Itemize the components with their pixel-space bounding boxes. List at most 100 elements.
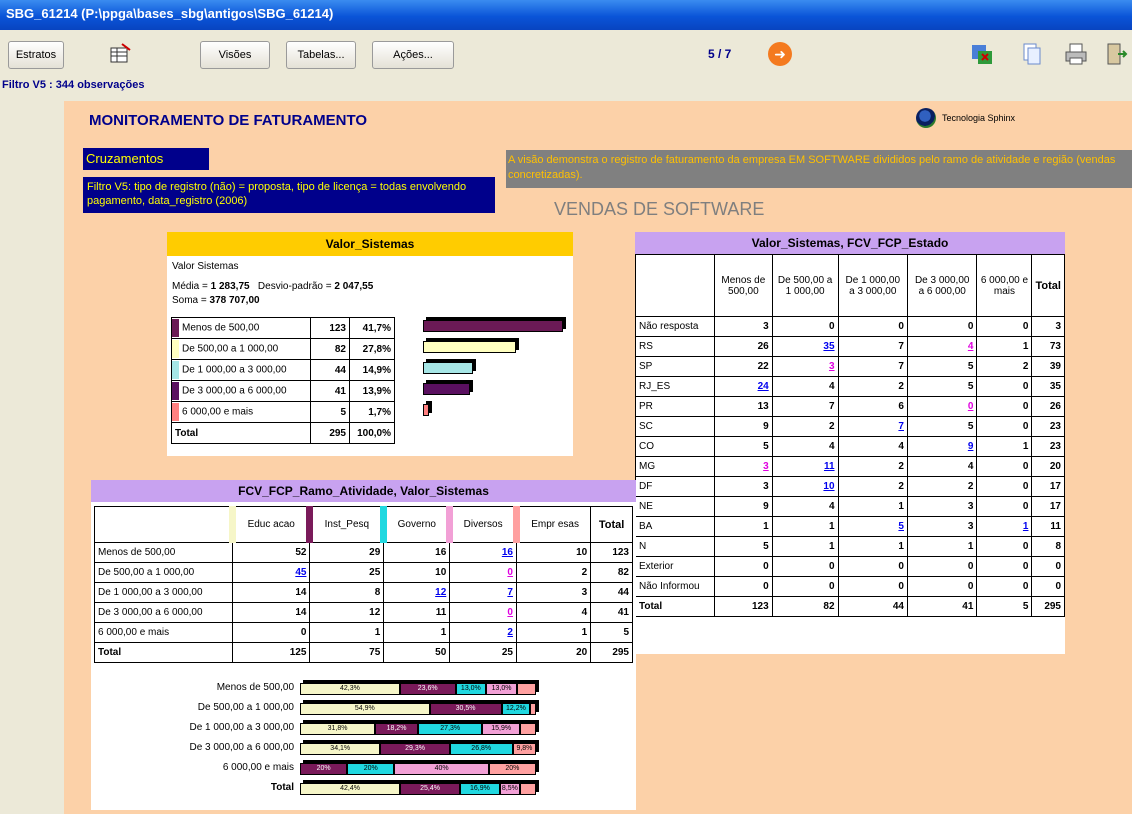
stacked-bar-label: De 3 000,00 a 6 000,00 <box>189 742 294 753</box>
estado-row: RS 26 35 7 4 1 73 <box>635 336 1065 357</box>
copy-icon[interactable] <box>1020 42 1044 66</box>
ramo-row-label: De 3 000,00 a 6 000,00 <box>94 602 233 623</box>
acoes-button[interactable]: Ações... <box>372 41 454 69</box>
estado-row: NE 9 4 1 3 0 17 <box>635 496 1065 517</box>
estado-cell: 3 <box>1031 316 1065 337</box>
print-icon[interactable] <box>1064 42 1088 66</box>
vs-row-count: 5 <box>310 401 350 423</box>
estado-cell: 3 <box>906 516 978 537</box>
estado-cell: 5 <box>714 536 773 557</box>
estado-cell: 0 <box>714 556 773 577</box>
ramo-panel: FCV_FCP_Ramo_Atividade, Valor_Sistemas E… <box>91 480 636 810</box>
ramo-cell-link[interactable]: 2 <box>507 627 513 638</box>
ramo-cell: 0 <box>449 602 517 623</box>
ramo-cell-link[interactable]: 0 <box>507 567 513 578</box>
estado-row: RJ_ES 24 4 2 5 0 35 <box>635 376 1065 397</box>
estado-row: DF 3 10 2 2 0 17 <box>635 476 1065 497</box>
legend-swatch <box>172 382 179 400</box>
estado-cell: 9 <box>714 416 773 437</box>
vs-row-count: 82 <box>310 338 350 360</box>
stacked-bar-segment: 20% <box>300 763 348 775</box>
ramo-header-row: Educ acao Inst_Pesq Governo Diversos Empr es… <box>94 506 633 543</box>
stacked-bar-segment: 18,2% <box>375 723 418 735</box>
ramo-cell-link[interactable]: 0 <box>507 607 513 618</box>
vs-row-pct: 41,7% <box>349 317 395 339</box>
estado-cell: 3 <box>906 496 978 517</box>
estado-row-label: DF <box>635 476 715 497</box>
estado-col-header: De 1 000,00 a 3 000,00 <box>837 254 908 317</box>
estratos-button[interactable]: Estratos <box>8 41 64 69</box>
valor-sistemas-table: Menos de 500,00 123 41,7% De 500,00 a 1 000… <box>171 317 395 444</box>
next-page-icon[interactable]: ➜ <box>768 42 792 66</box>
filter-summary: Filtro V5 : 344 observações <box>2 79 145 91</box>
estado-cell: 2 <box>906 476 978 497</box>
valor-sistemas-label: Valor Sistemas <box>172 261 239 272</box>
ramo-col-header: Governo <box>380 506 451 543</box>
ramo-cell: 52 <box>231 542 311 563</box>
estado-row-label: Não resposta <box>635 316 715 337</box>
ramo-cell: 125 <box>231 642 311 663</box>
ramo-cell: 1 <box>515 622 592 643</box>
toolbar: Estratos Visões Tabelas... Ações... 5 / … <box>0 30 1132 78</box>
vs-row: Menos de 500,00 123 41,7% <box>171 317 395 339</box>
estado-row-label: SP <box>635 356 715 377</box>
estado-cell-link[interactable]: 3 <box>763 461 769 472</box>
ramo-cell-link[interactable]: 12 <box>435 587 446 598</box>
estado-cell: 39 <box>1031 356 1065 377</box>
ramo-cell-link[interactable]: 7 <box>507 587 513 598</box>
vs-row-text: De 3 000,00 a 6 000,00 <box>182 385 287 397</box>
estado-cell: 123 <box>714 596 773 617</box>
stacked-bar-segment: 20% <box>347 763 395 775</box>
stacked-bar-label: De 1 000,00 a 3 000,00 <box>189 722 294 733</box>
report-canvas: MONITORAMENTO DE FATURAMENTO Tecnologia … <box>64 101 1132 814</box>
estado-cell: 4 <box>771 496 839 517</box>
desvio-value: 2 047,55 <box>334 281 374 292</box>
estado-row-label: SC <box>635 416 715 437</box>
estado-cell: 0 <box>771 316 839 337</box>
estado-cell: 1 <box>976 336 1033 357</box>
vs-row-text: Menos de 500,00 <box>182 322 260 334</box>
estado-cell-link[interactable]: 1 <box>1023 521 1029 532</box>
estado-cell-link[interactable]: 4 <box>968 341 974 352</box>
stacked-bar-segment: 23,6% <box>399 683 456 695</box>
ramo-cell-link[interactable]: 16 <box>502 547 513 558</box>
vs-bar <box>423 341 517 353</box>
estado-cell-link[interactable]: 7 <box>898 421 904 432</box>
export-icon[interactable] <box>970 42 994 66</box>
ramo-row: De 1 000,00 a 3 000,00 14 8 12 7 3 44 <box>94 582 633 603</box>
ramo-cell: 50 <box>383 642 451 663</box>
exit-icon[interactable] <box>1104 42 1128 66</box>
visoes-button[interactable]: Visões <box>200 41 270 69</box>
table-edit-icon[interactable] <box>108 42 132 66</box>
estado-cell-link[interactable]: 0 <box>968 401 974 412</box>
tabelas-button[interactable]: Tabelas... <box>286 41 356 69</box>
estado-cell: 0 <box>976 496 1033 517</box>
estado-cell: 1 <box>771 536 839 557</box>
ramo-cell-link[interactable]: 45 <box>295 567 306 578</box>
estado-cell: 0 <box>976 396 1033 417</box>
stacked-bar-segment: 34,1% <box>300 743 381 755</box>
estado-cell-link[interactable]: 10 <box>823 481 834 492</box>
vs-row-count: 123 <box>310 317 350 339</box>
estado-cell-link[interactable]: 24 <box>758 381 769 392</box>
vs-row-pct: 27,8% <box>349 338 395 360</box>
estado-panel: Valor_Sistemas, FCV_FCP_Estado Menos de … <box>635 232 1065 654</box>
ramo-cell: 16 <box>449 542 517 563</box>
estado-row: MG 3 11 2 4 0 20 <box>635 456 1065 477</box>
estado-cell-link[interactable]: 11 <box>824 461 835 472</box>
vs-row: 6 000,00 e mais 5 1,7% <box>171 401 395 423</box>
window-title: SBG_61214 (P:\ppga\bases_sbg\antigos\SBG… <box>0 0 1132 30</box>
estado-cell-link[interactable]: 35 <box>823 341 834 352</box>
vs-row-label: De 3 000,00 a 6 000,00 <box>171 380 311 402</box>
ramo-row: 6 000,00 e mais 0 1 1 2 1 5 <box>94 622 633 643</box>
estado-cell: 5 <box>906 376 978 397</box>
estado-cell: 35 <box>1031 376 1065 397</box>
stacked-bar-label: 6 000,00 e mais <box>222 762 294 773</box>
estado-cell-link[interactable]: 3 <box>829 361 835 372</box>
estado-cell: 0 <box>976 316 1033 337</box>
estado-cell: 1 <box>771 516 839 537</box>
estado-cell-link[interactable]: 9 <box>968 441 974 452</box>
logo-text: Tecnologia Sphinx <box>942 113 1016 123</box>
estado-cell-link[interactable]: 5 <box>898 521 904 532</box>
ramo-row: De 500,00 a 1 000,00 45 25 10 0 2 82 <box>94 562 633 583</box>
